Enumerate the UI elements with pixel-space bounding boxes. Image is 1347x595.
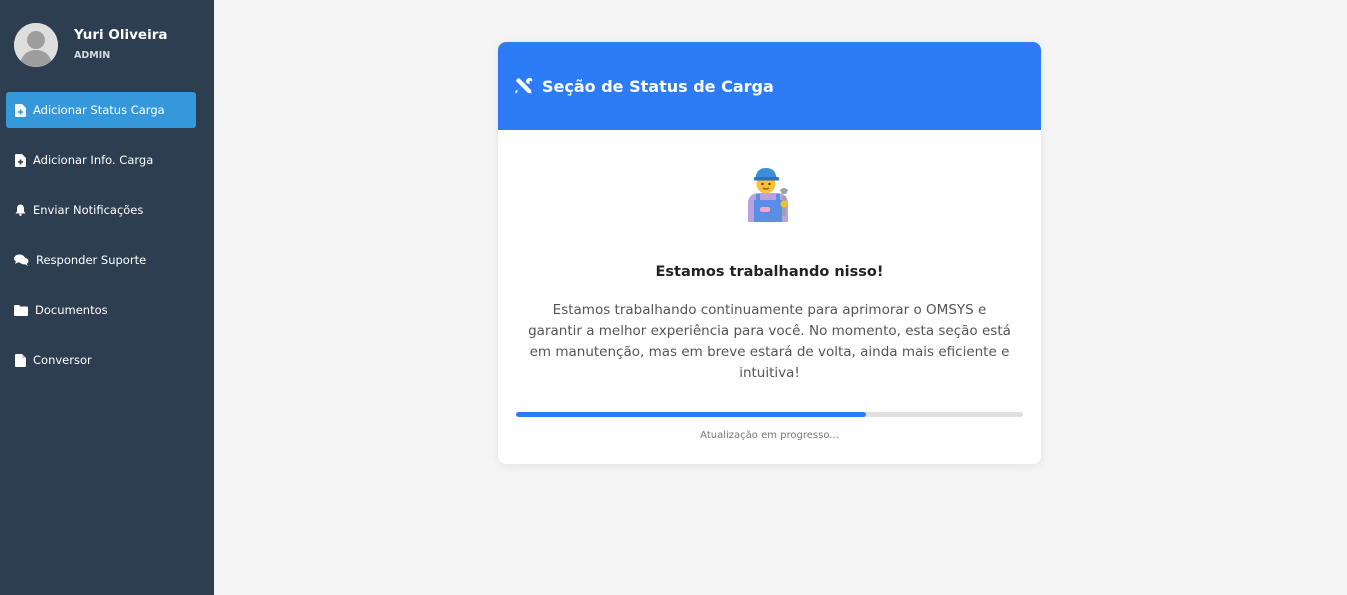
sidebar-item-label: Enviar Notificações bbox=[33, 203, 144, 217]
user-profile: Yuri Oliveira ADMIN bbox=[14, 23, 167, 67]
sidebar-item-label: Conversor bbox=[33, 353, 92, 367]
mechanic-illustration bbox=[742, 160, 794, 222]
sidebar-item-enviar-notificacoes[interactable]: Enviar Notificações bbox=[6, 192, 196, 228]
sidebar-item-responder-suporte[interactable]: Responder Suporte bbox=[6, 242, 196, 278]
bell-icon bbox=[14, 203, 26, 217]
sidebar-item-label: Adicionar Status Carga bbox=[33, 103, 165, 117]
sidebar-item-adicionar-status-carga[interactable]: Adicionar Status Carga bbox=[6, 92, 196, 128]
sidebar-item-adicionar-info-carga[interactable]: Adicionar Info. Carga bbox=[6, 142, 196, 178]
user-role: ADMIN bbox=[74, 50, 111, 61]
file-icon bbox=[14, 353, 26, 367]
folder-icon bbox=[14, 303, 28, 317]
avatar bbox=[14, 23, 58, 67]
card-subtitle: Estamos trabalhando nisso! bbox=[655, 264, 884, 280]
sidebar: Yuri Oliveira ADMIN Adicionar Status Car… bbox=[0, 0, 214, 595]
sidebar-item-label: Adicionar Info. Carga bbox=[33, 153, 154, 167]
user-name: Yuri Oliveira bbox=[74, 27, 168, 43]
progress-label: Atualização em progresso... bbox=[700, 430, 839, 441]
sidebar-item-documentos[interactable]: Documentos bbox=[6, 292, 196, 328]
sidebar-item-label: Documentos bbox=[35, 303, 108, 317]
sidebar-item-label: Responder Suporte bbox=[36, 253, 147, 267]
sidebar-item-conversor[interactable]: Conversor bbox=[6, 342, 196, 378]
card-title: Seção de Status de Carga bbox=[542, 76, 774, 96]
card-header: Seção de Status de Carga bbox=[498, 42, 1041, 130]
card-description: Estamos trabalhando continuamente para a… bbox=[528, 302, 1011, 381]
progress-bar bbox=[516, 412, 1023, 417]
file-plus-icon bbox=[14, 103, 26, 117]
file-plus-icon bbox=[14, 153, 26, 167]
tools-icon bbox=[514, 76, 534, 96]
maintenance-card: Seção de Status de Carga Estamos trabalh… bbox=[498, 42, 1041, 464]
sidebar-menu: Adicionar Status Carga Adicionar Info. C… bbox=[6, 92, 196, 392]
comments-icon bbox=[14, 253, 29, 267]
progress-bar-fill bbox=[516, 412, 866, 417]
